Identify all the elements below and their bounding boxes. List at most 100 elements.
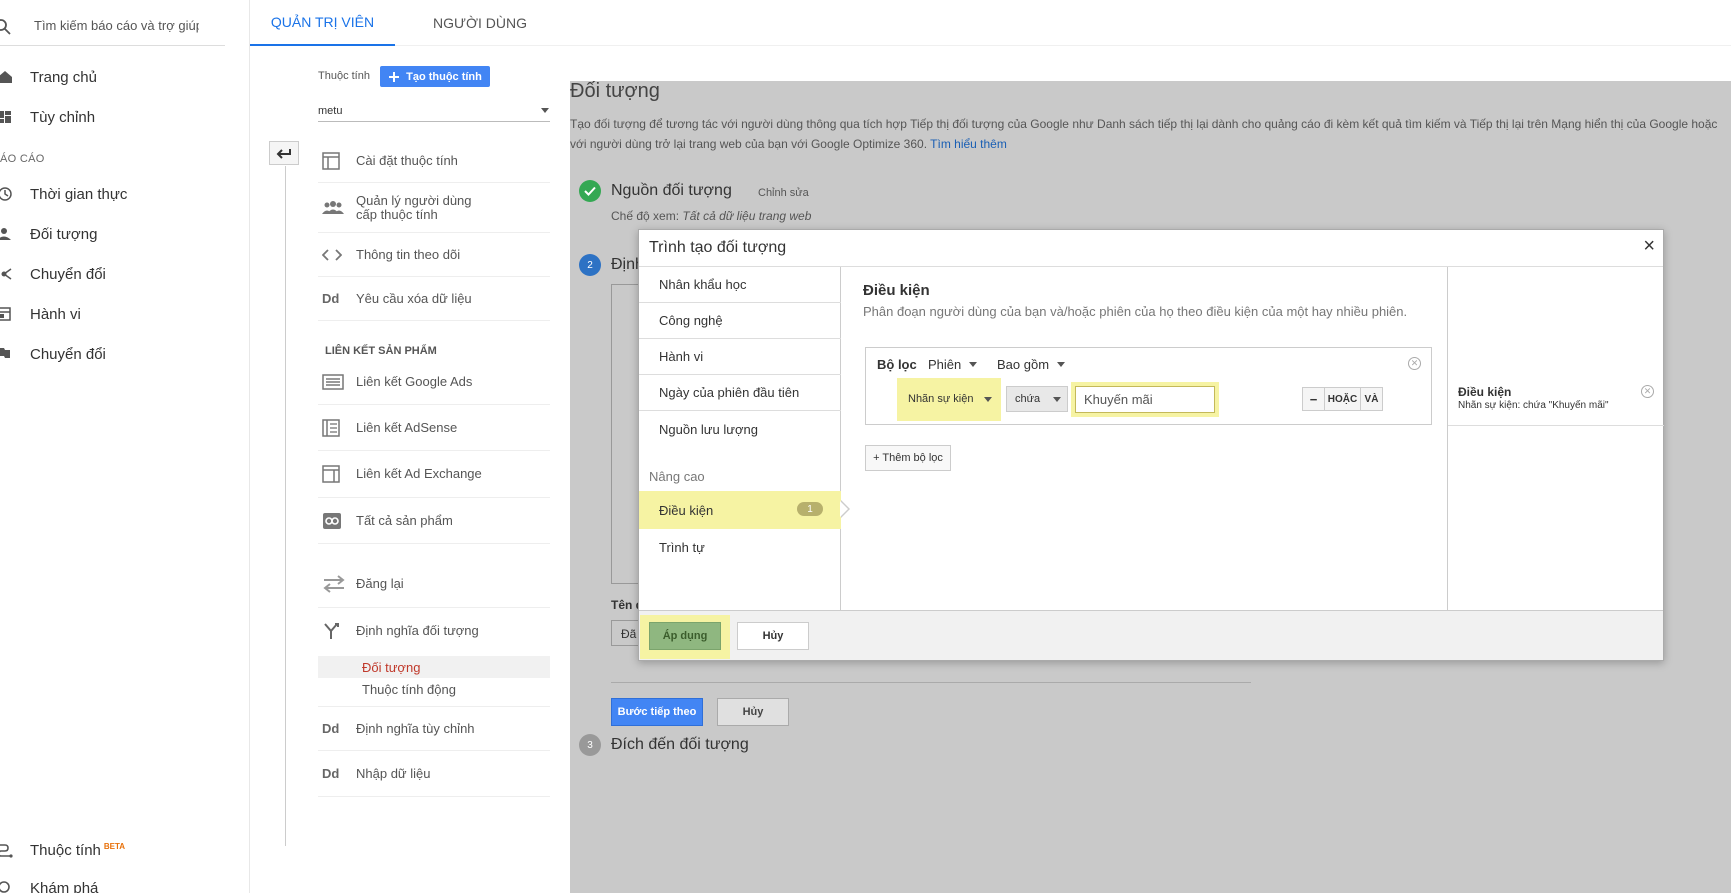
- data-import-item[interactable]: Dd Nhập dữ liệu: [318, 751, 550, 797]
- property-select[interactable]: metu: [318, 100, 550, 122]
- create-property-button[interactable]: Tạo thuộc tính: [380, 66, 490, 87]
- audience-builder-modal: Trình tạo đối tượng × Nhân khẩu học Công…: [638, 229, 1664, 661]
- include-dropdown[interactable]: Bao gồm: [997, 357, 1066, 372]
- tab-user[interactable]: NGƯỜI DÙNG: [410, 0, 550, 46]
- add-filter-button[interactable]: + Thêm bộ lọc: [865, 445, 951, 471]
- tab-admin[interactable]: QUẢN TRỊ VIÊN: [250, 0, 395, 46]
- or-button[interactable]: HOẶC: [1325, 388, 1361, 410]
- nav-item-label: Tùy chỉnh: [30, 108, 96, 126]
- all-products-item[interactable]: Tất cả sản phẩm: [318, 498, 550, 544]
- scope-dropdown[interactable]: Phiên: [928, 357, 978, 372]
- item-label: Liên kết Ad Exchange: [356, 466, 482, 481]
- nav-item-home[interactable]: Trang chủ: [0, 63, 240, 91]
- nav-item-attribution[interactable]: Thuộc tính BETA: [0, 836, 240, 864]
- conditions-title: Điều kiện: [863, 282, 930, 299]
- and-button[interactable]: VÀ: [1361, 388, 1382, 410]
- item-label: Quản lý người dùng cấp thuộc tính: [356, 192, 472, 222]
- remove-condition-button[interactable]: −: [1303, 388, 1325, 410]
- operator-dropdown[interactable]: chứa: [1006, 386, 1068, 412]
- nav-item-audience[interactable]: Đối tượng: [0, 220, 240, 248]
- dimension-dropdown[interactable]: Nhãn sự kiện: [900, 386, 998, 412]
- adsense-icon: [318, 418, 356, 437]
- audience-name-input[interactable]: Đã: [611, 620, 641, 646]
- adsense-link-item[interactable]: Liên kết AdSense: [318, 405, 550, 451]
- nav-item-discover[interactable]: Khám phá: [0, 874, 240, 893]
- sub-item-audiences[interactable]: Đối tượng: [318, 656, 550, 678]
- search-icon[interactable]: [0, 18, 12, 36]
- sub-item-dynamic-attributes[interactable]: Thuộc tính động: [318, 678, 550, 700]
- attribution-icon: [0, 842, 30, 858]
- admin-tabs: QUẢN TRỊ VIÊN NGƯỜI DÙNG: [250, 0, 1731, 46]
- page-title: Đối tượng: [570, 80, 660, 102]
- nav-sequences[interactable]: Trình tự: [639, 529, 841, 565]
- data-deletion-item[interactable]: Dd Yêu cầu xóa dữ liệu: [318, 277, 550, 321]
- next-step-button[interactable]: Bước tiếp theo: [611, 698, 703, 726]
- item-label: Liên kết Google Ads: [356, 374, 473, 389]
- ad-exchange-link-item[interactable]: Liên kết Ad Exchange: [318, 451, 550, 498]
- google-ads-link-item[interactable]: Liên kết Google Ads: [318, 360, 550, 405]
- custom-definitions-item[interactable]: Dd Định nghĩa tùy chỉnh: [318, 706, 550, 751]
- step-audience-source-title: Nguồn đối tượng: [611, 182, 732, 199]
- nav-demographics[interactable]: Nhân khẩu học: [639, 267, 841, 303]
- builder-nav: Nhân khẩu học Công nghệ Hành vi Ngày của…: [639, 267, 841, 612]
- filter-box: Bộ lọc Phiên Bao gồm ✕ Nhãn sự kiện chứa…: [865, 347, 1432, 425]
- close-icon[interactable]: ×: [1643, 236, 1655, 256]
- nav-item-label: Khám phá: [30, 879, 99, 893]
- clear-icon[interactable]: ✕: [1408, 357, 1421, 370]
- postbacks-item[interactable]: Đăng lại: [318, 561, 550, 608]
- arrow-back-icon: [276, 147, 292, 159]
- modal-footer: Áp dụng Hủy: [639, 611, 1663, 660]
- code-icon: [318, 248, 356, 262]
- conditions-panel: Điều kiện Phân đoạn người dùng của bạn v…: [842, 267, 1447, 612]
- check-icon: [579, 180, 601, 202]
- main-top-bar: [570, 46, 1731, 81]
- nav-item-customization[interactable]: Tùy chỉnh: [0, 103, 240, 131]
- nav-item-label: Chuyển đổi: [30, 345, 106, 363]
- property-settings-item[interactable]: Cài đặt thuộc tính: [318, 139, 550, 183]
- nav-traffic-sources[interactable]: Nguồn lưu lượng: [639, 411, 841, 447]
- nav-item-label: Trang chủ: [30, 68, 97, 86]
- ads-icon: [318, 374, 356, 390]
- conditions-description: Phân đoạn người dùng của bạn và/hoặc phi…: [863, 304, 1408, 319]
- step-number-badge: 3: [579, 734, 601, 756]
- nav-item-realtime[interactable]: Thời gian thực: [0, 180, 240, 208]
- property-user-management-item[interactable]: Quản lý người dùng cấp thuộc tính: [318, 183, 550, 233]
- beta-badge: BETA: [103, 841, 126, 851]
- summary-block: Điều kiện Nhãn sự kiện: chứa "Khuyến mãi…: [1448, 360, 1664, 426]
- apply-button[interactable]: Áp dụng: [649, 622, 721, 650]
- nav-item-behavior[interactable]: Hành vi: [0, 300, 240, 328]
- modal-body: Nhân khẩu học Công nghệ Hành vi Ngày của…: [639, 266, 1664, 612]
- nav-conditions[interactable]: Điều kiện 1: [639, 491, 841, 529]
- cancel-button[interactable]: Hủy: [737, 622, 809, 650]
- clear-icon[interactable]: ✕: [1641, 385, 1654, 398]
- view-mode-text: Chế độ xem: Tất cả dữ liệu trang web: [611, 209, 812, 223]
- behavior-icon: [0, 306, 30, 322]
- tracking-info-item[interactable]: Thông tin theo dõi: [318, 233, 550, 277]
- learn-more-link[interactable]: Tìm hiểu thêm: [930, 137, 1007, 151]
- condition-value-input[interactable]: [1075, 386, 1215, 413]
- adexchange-icon: [318, 465, 356, 483]
- dd-icon: Dd: [322, 721, 340, 736]
- edit-source-link[interactable]: Chỉnh sửa: [758, 187, 809, 199]
- dashboard-icon: [0, 109, 30, 125]
- filter-label: Bộ lọc: [877, 357, 917, 372]
- dd-icon: Dd: [322, 766, 340, 781]
- audience-definitions-item[interactable]: Định nghĩa đối tượng: [318, 608, 550, 653]
- nav-item-acquisition[interactable]: Chuyển đổi: [0, 260, 240, 288]
- nav-behavior[interactable]: Hành vi: [639, 339, 841, 375]
- nav-first-session-date[interactable]: Ngày của phiên đầu tiên: [639, 375, 841, 411]
- caret-down-icon: [984, 396, 992, 402]
- nav-technology[interactable]: Công nghệ: [639, 303, 841, 339]
- caret-down-icon: [969, 362, 978, 367]
- settings-window-icon: [318, 151, 356, 170]
- search-input[interactable]: [34, 18, 199, 33]
- back-button[interactable]: [269, 141, 299, 165]
- create-property-label: Tạo thuộc tính: [406, 70, 482, 83]
- cancel-button[interactable]: Hủy: [717, 698, 789, 726]
- item-label: Thông tin theo dõi: [356, 246, 461, 262]
- item-label: Yêu cầu xóa dữ liệu: [356, 290, 472, 306]
- home-icon: [0, 69, 30, 85]
- summary-detail: Nhãn sự kiện: chứa "Khuyến mãi": [1458, 400, 1609, 411]
- advanced-label: Nâng cao: [649, 469, 705, 484]
- nav-item-conversions[interactable]: Chuyển đổi: [0, 340, 240, 368]
